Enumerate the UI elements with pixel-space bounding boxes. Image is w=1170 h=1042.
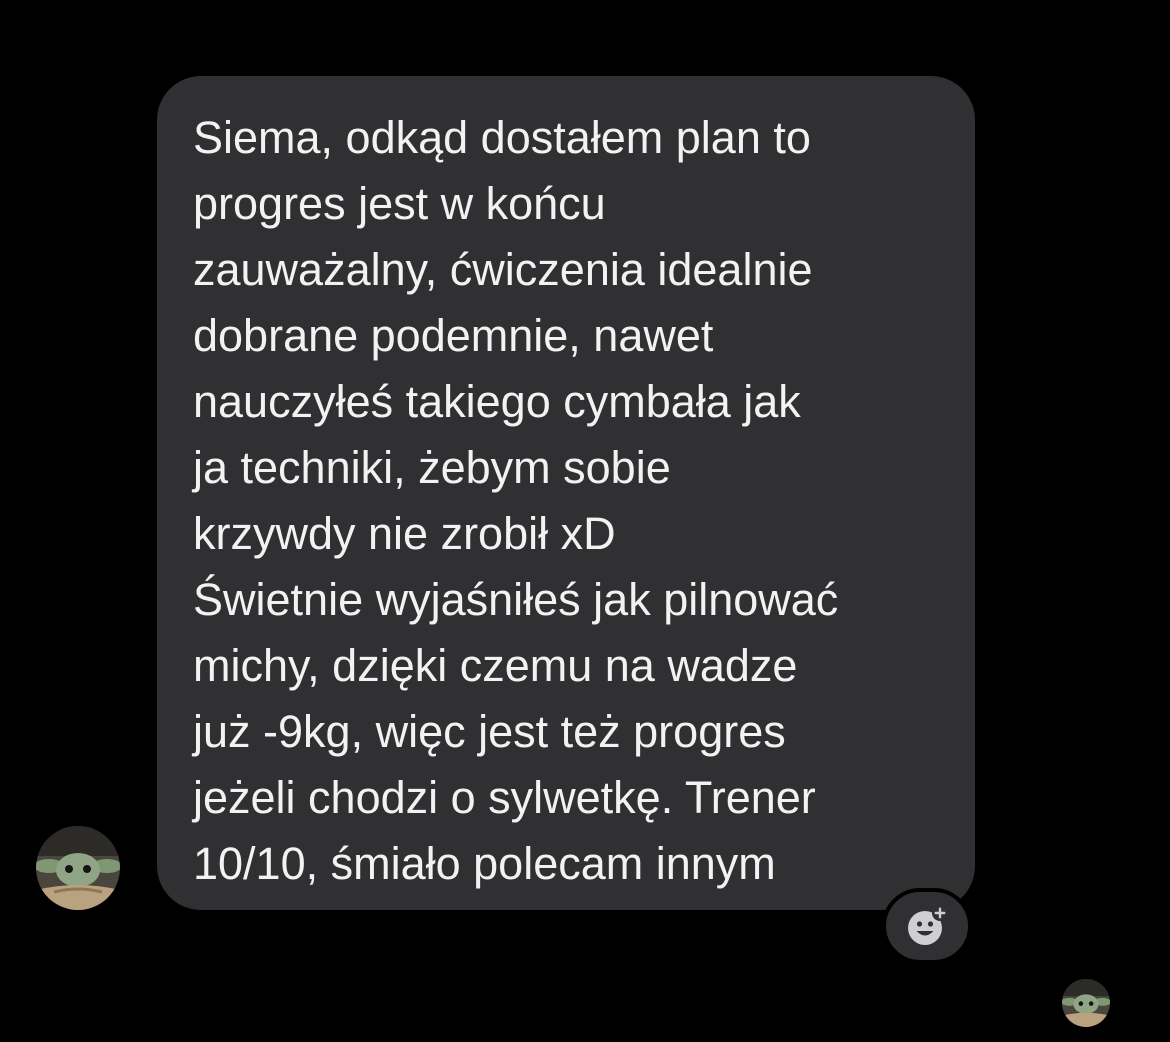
message-line: dobrane podemnie, nawet — [193, 310, 714, 361]
baby-yoda-avatar-icon — [36, 826, 120, 910]
message-line: już -9kg, więc jest też progres — [193, 706, 786, 757]
read-receipt-avatar — [1062, 979, 1110, 1027]
sender-avatar[interactable] — [36, 826, 120, 910]
message-line: zauważalny, ćwiczenia idealnie — [193, 244, 813, 295]
message-line: Świetnie wyjaśniłeś jak pilnować — [193, 574, 839, 625]
add-reaction-smiley-icon — [908, 905, 948, 945]
message-line: ja techniki, żebym sobie — [193, 442, 671, 493]
message-line: 10/10, śmiało polecam innym — [193, 838, 776, 889]
message-line: krzywdy nie zrobił xD — [193, 508, 616, 559]
message-line: jeżeli chodzi o sylwetkę. Trener — [193, 772, 816, 823]
message-line: Siema, odkąd dostałem plan to — [193, 112, 811, 163]
message-line: nauczyłeś takiego cymbała jak — [193, 376, 801, 427]
message-line: progres jest w końcu — [193, 178, 606, 229]
message-bubble[interactable]: Siema, odkąd dostałem plan to progres je… — [157, 76, 975, 910]
add-reaction-button[interactable] — [882, 888, 972, 964]
baby-yoda-avatar-icon — [1062, 979, 1110, 1027]
message-line: michy, dzięki czemu na wadze — [193, 640, 798, 691]
